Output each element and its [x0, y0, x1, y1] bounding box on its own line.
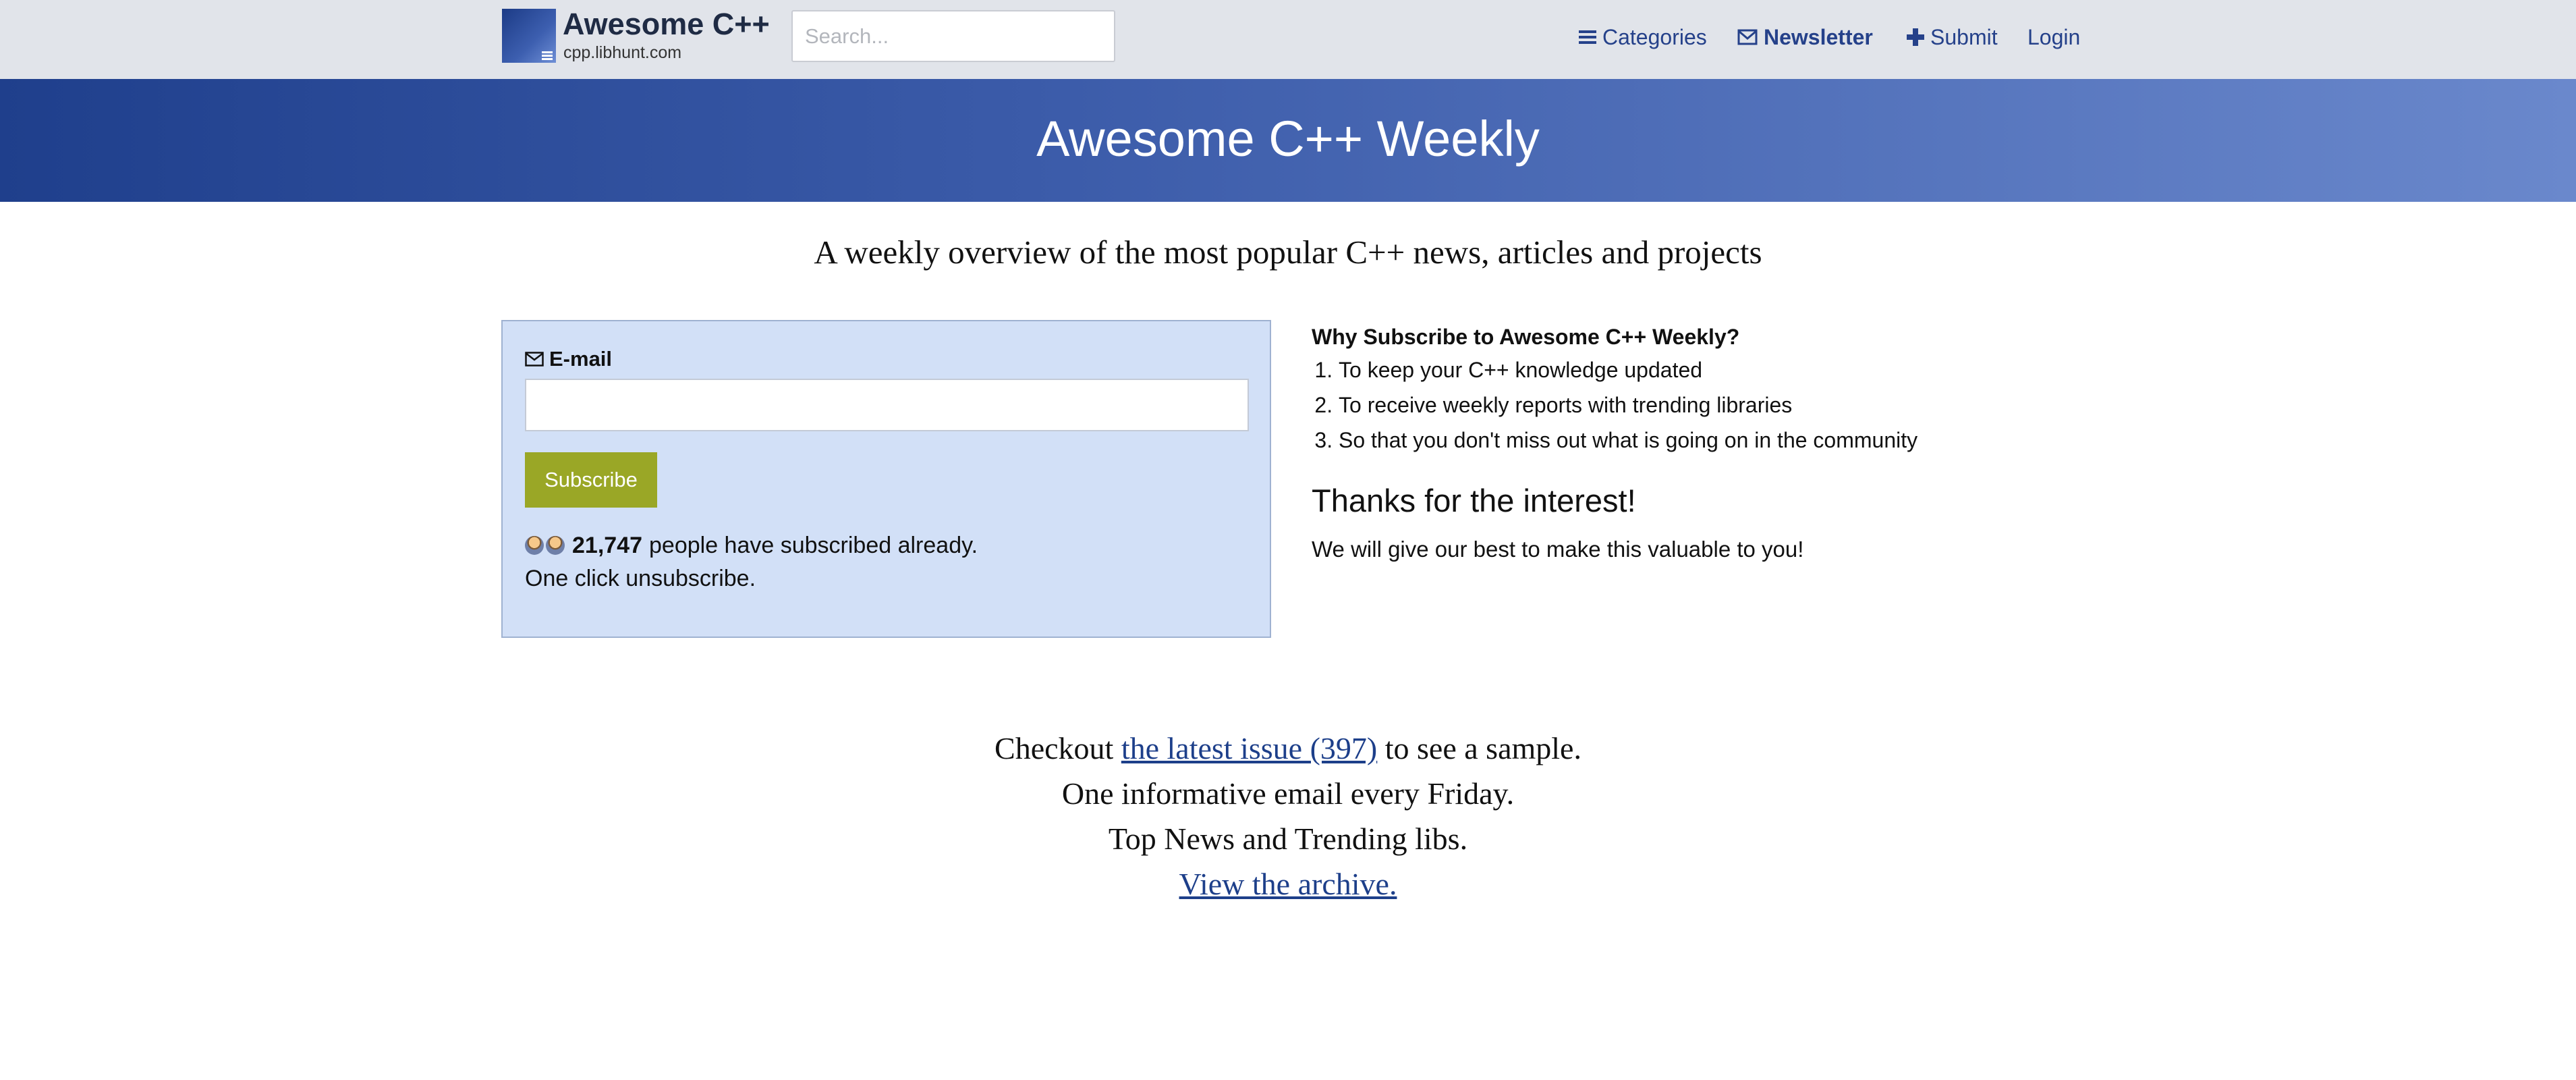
email-label: E-mail [525, 347, 612, 371]
subscriber-text: people have subscribed already. [649, 533, 978, 558]
subscriber-count: 21,747 [572, 533, 642, 558]
nav-submit-link[interactable]: Submit [1907, 20, 1998, 54]
why-subscribe-title: Why Subscribe to Awesome C++ Weekly? [1312, 325, 1740, 349]
why-subscribe-section: Why Subscribe to Awesome C++ Weekly? To … [1312, 321, 2054, 458]
unsubscribe-note: One click unsubscribe. [525, 566, 756, 591]
brand-title[interactable]: Awesome C++ [563, 7, 770, 42]
envelope-icon [1737, 29, 1758, 45]
page-tagline: A weekly overview of the most popular C+… [814, 234, 1762, 271]
people-icon [525, 536, 567, 555]
list-item: To receive weekly reports with trending … [1339, 387, 2054, 423]
bars-icon [1579, 30, 1596, 44]
search-input[interactable] [791, 10, 1115, 62]
checkout-prefix: Checkout [995, 731, 1114, 765]
nav-submit-label: Submit [1930, 24, 1998, 49]
nav-categories-link[interactable]: Categories [1579, 20, 1707, 54]
nav-login-label: Login [2027, 24, 2081, 49]
checkout-line: Checkout the latest issue (397) to see a… [0, 726, 2576, 771]
subscriber-count-line: 21,747 people have subscribed already. [525, 531, 978, 560]
subscribe-button[interactable]: Subscribe [525, 452, 657, 508]
email-field[interactable] [525, 379, 1249, 431]
nav-categories-label: Categories [1602, 24, 1707, 49]
brand-subtitle: cpp.libhunt.com [563, 43, 682, 62]
list-item: To keep your C++ knowledge updated [1339, 352, 2054, 387]
nav-login-link[interactable]: Login [2027, 20, 2080, 54]
view-archive-link[interactable]: View the archive. [1179, 867, 1397, 901]
top-news-line: Top News and Trending libs. [1108, 821, 1468, 856]
archive-line: View the archive. [0, 861, 2576, 907]
email-label-text: E-mail [549, 347, 613, 371]
thanks-heading: Thanks for the interest! [1312, 483, 1636, 518]
hero-banner: Awesome C++ Weekly [0, 79, 2576, 202]
list-item: So that you don't miss out what is going… [1339, 423, 2054, 458]
nav-newsletter-link[interactable]: Newsletter [1737, 20, 1873, 54]
envelope-icon [525, 352, 544, 367]
weekly-email-line: One informative email every Friday. [1061, 776, 1515, 811]
checkout-suffix: to see a sample. [1384, 731, 1581, 765]
nav-newsletter-label: Newsletter [1764, 24, 1873, 49]
menu-icon [542, 51, 553, 61]
sample-info-block: Checkout the latest issue (397) to see a… [0, 726, 2576, 907]
top-navbar: Awesome C++ cpp.libhunt.com Categories N… [0, 0, 2576, 79]
reasons-list: To keep your C++ knowledge updated To re… [1312, 352, 2054, 458]
plus-icon [1907, 28, 1924, 46]
hero-title: Awesome C++ Weekly [1036, 111, 1540, 167]
site-logo[interactable] [502, 9, 556, 63]
latest-issue-link[interactable]: the latest issue (397) [1121, 731, 1377, 765]
thanks-text: We will give our best to make this valua… [1312, 537, 1804, 562]
subscribe-form-card: E-mail Subscribe 21,747 people have subs… [501, 320, 1271, 638]
